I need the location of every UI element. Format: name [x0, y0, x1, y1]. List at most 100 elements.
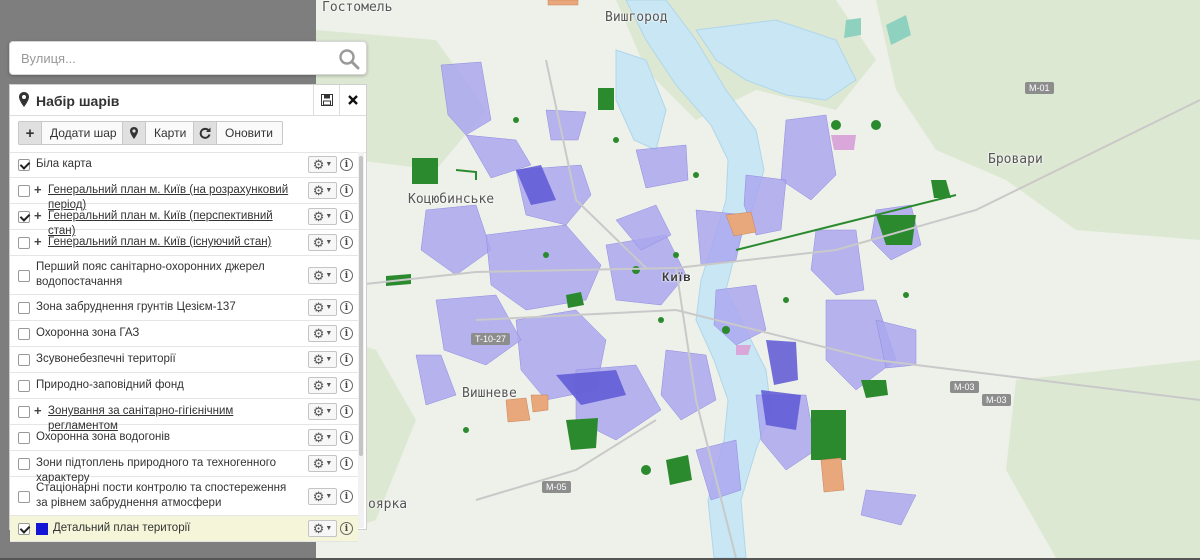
- layer-settings-button[interactable]: ⚙ ▼: [308, 299, 337, 316]
- gear-icon: ⚙: [312, 404, 325, 419]
- layer-row: Природно-заповідний фонд ⚙ ▼ i: [10, 373, 358, 399]
- gear-icon: ⚙: [312, 430, 325, 445]
- layer-checkbox[interactable]: [18, 159, 30, 171]
- map-marker-icon: [19, 92, 29, 107]
- layer-checkbox[interactable]: [18, 328, 30, 340]
- expand-icon[interactable]: +: [34, 403, 42, 418]
- caret-down-icon: ▼: [325, 272, 333, 279]
- caret-down-icon: ▼: [325, 382, 333, 389]
- search-icon[interactable]: [338, 48, 360, 70]
- layer-name: Біла карта: [36, 158, 92, 170]
- layer-settings-button[interactable]: ⚙ ▼: [308, 156, 337, 173]
- plus-icon: +: [19, 122, 42, 144]
- layer-settings-button[interactable]: ⚙ ▼: [308, 488, 337, 505]
- layers-panel: Набір шарів + Додати шар Карти Оновити Б…: [9, 84, 367, 542]
- layer-checkbox[interactable]: [18, 185, 30, 197]
- place-label: оярка: [368, 497, 408, 512]
- layer-checkbox[interactable]: [18, 491, 30, 503]
- layer-row: Зсувонебезпечні території ⚙ ▼ i: [10, 347, 358, 373]
- info-icon[interactable]: i: [340, 158, 353, 171]
- street-search: [9, 41, 367, 75]
- layer-row: + Генеральний план м. Київ (існуючий стан…: [10, 230, 358, 256]
- info-icon[interactable]: i: [340, 210, 353, 223]
- info-icon[interactable]: i: [340, 405, 353, 418]
- search-input[interactable]: [19, 50, 333, 67]
- place-label: Коцюбинське: [408, 192, 495, 207]
- info-icon[interactable]: i: [340, 184, 353, 197]
- info-icon[interactable]: i: [340, 490, 353, 503]
- caret-down-icon: ▼: [325, 434, 333, 441]
- layer-checkbox[interactable]: [18, 458, 30, 470]
- gear-icon: ⚙: [312, 235, 325, 250]
- layer-name[interactable]: Генеральний план м. Київ (існуючий стан): [48, 235, 300, 250]
- layer-checkbox[interactable]: [18, 432, 30, 444]
- layer-checkbox[interactable]: [18, 380, 30, 392]
- gear-icon: ⚙: [312, 456, 325, 471]
- layer-settings-button[interactable]: ⚙ ▼: [308, 377, 337, 394]
- add-layer-label: Додати шар: [50, 126, 117, 140]
- gear-icon: ⚙: [312, 209, 325, 224]
- layer-row: + Генеральний план м. Київ (на розрахунко…: [10, 178, 358, 211]
- info-icon[interactable]: i: [340, 301, 353, 314]
- layer-name: Охоронна зона водогонів: [36, 431, 170, 443]
- maps-button[interactable]: Карти: [122, 121, 197, 145]
- layer-name: Перший пояс санітарно-охоронних джерел в…: [36, 261, 265, 288]
- road-shield: T-10-27: [471, 333, 511, 345]
- layer-row: Стаціонарні пости контролю та спостереже…: [10, 477, 358, 516]
- map-canvas[interactable]: Гостомель Вишгород Бровари Коцюбинське К…: [316, 0, 1200, 558]
- gear-icon: ⚙: [312, 352, 325, 367]
- close-button[interactable]: [339, 85, 366, 115]
- info-icon[interactable]: i: [340, 457, 353, 470]
- place-label: Вишневе: [462, 386, 517, 401]
- info-icon[interactable]: i: [340, 327, 353, 340]
- info-icon[interactable]: i: [340, 522, 353, 535]
- layer-checkbox[interactable]: [18, 406, 30, 418]
- road-shield: M-01: [1025, 82, 1054, 94]
- layer-settings-button[interactable]: ⚙ ▼: [308, 455, 337, 472]
- layer-settings-button[interactable]: ⚙ ▼: [308, 429, 337, 446]
- maps-label: Карти: [154, 126, 187, 140]
- layer-settings-button[interactable]: ⚙ ▼: [308, 234, 337, 251]
- save-button[interactable]: [313, 85, 340, 115]
- caret-down-icon: ▼: [325, 213, 333, 220]
- expand-icon[interactable]: +: [34, 234, 42, 249]
- gear-icon: ⚙: [312, 489, 325, 504]
- layer-name: Зсувонебезпечні території: [36, 353, 176, 365]
- layer-settings-button[interactable]: ⚙ ▼: [308, 267, 337, 284]
- layer-row: Зона забруднення грунтів Цезієм-137 ⚙ ▼ i: [10, 295, 358, 321]
- caret-down-icon: ▼: [325, 460, 333, 467]
- info-icon[interactable]: i: [340, 431, 353, 444]
- layer-checkbox[interactable]: [18, 211, 30, 223]
- map-marker-icon: [123, 122, 146, 144]
- info-icon[interactable]: i: [340, 269, 353, 282]
- layer-settings-button[interactable]: ⚙ ▼: [308, 351, 337, 368]
- place-label: Вишгород: [605, 10, 668, 25]
- info-icon[interactable]: i: [340, 353, 353, 366]
- save-icon: [321, 94, 333, 106]
- layer-settings-button[interactable]: ⚙ ▼: [308, 520, 337, 537]
- layer-settings-button[interactable]: ⚙ ▼: [308, 182, 337, 199]
- layer-row: Охоронна зона ГАЗ ⚙ ▼ i: [10, 321, 358, 347]
- gear-icon: ⚙: [312, 268, 325, 283]
- layer-checkbox[interactable]: [18, 523, 30, 535]
- add-layer-button[interactable]: + Додати шар: [18, 121, 127, 145]
- info-icon[interactable]: i: [340, 379, 353, 392]
- layer-checkbox[interactable]: [18, 237, 30, 249]
- layer-settings-button[interactable]: ⚙ ▼: [308, 325, 337, 342]
- expand-icon[interactable]: +: [34, 208, 42, 223]
- layer-row: Перший пояс санітарно-охоронних джерел в…: [10, 256, 358, 295]
- layer-checkbox[interactable]: [18, 354, 30, 366]
- layer-list: Біла карта ⚙ ▼ i + Генеральний план м. Київ (…: [10, 152, 358, 542]
- expand-icon[interactable]: +: [34, 182, 42, 197]
- road-shield: M-03: [950, 381, 979, 393]
- layer-checkbox[interactable]: [18, 302, 30, 314]
- layer-name: Природно-заповідний фонд: [36, 379, 184, 391]
- layer-name: Стаціонарні пости контролю та спостереже…: [36, 482, 287, 509]
- layer-settings-button[interactable]: ⚙ ▼: [308, 403, 337, 420]
- scrollbar-thumb[interactable]: [359, 156, 363, 456]
- layer-list-scrollbar[interactable]: [358, 152, 364, 528]
- info-icon[interactable]: i: [340, 236, 353, 249]
- layer-checkbox[interactable]: [18, 270, 30, 282]
- layer-settings-button[interactable]: ⚙ ▼: [308, 208, 337, 225]
- refresh-button[interactable]: Оновити: [193, 121, 283, 145]
